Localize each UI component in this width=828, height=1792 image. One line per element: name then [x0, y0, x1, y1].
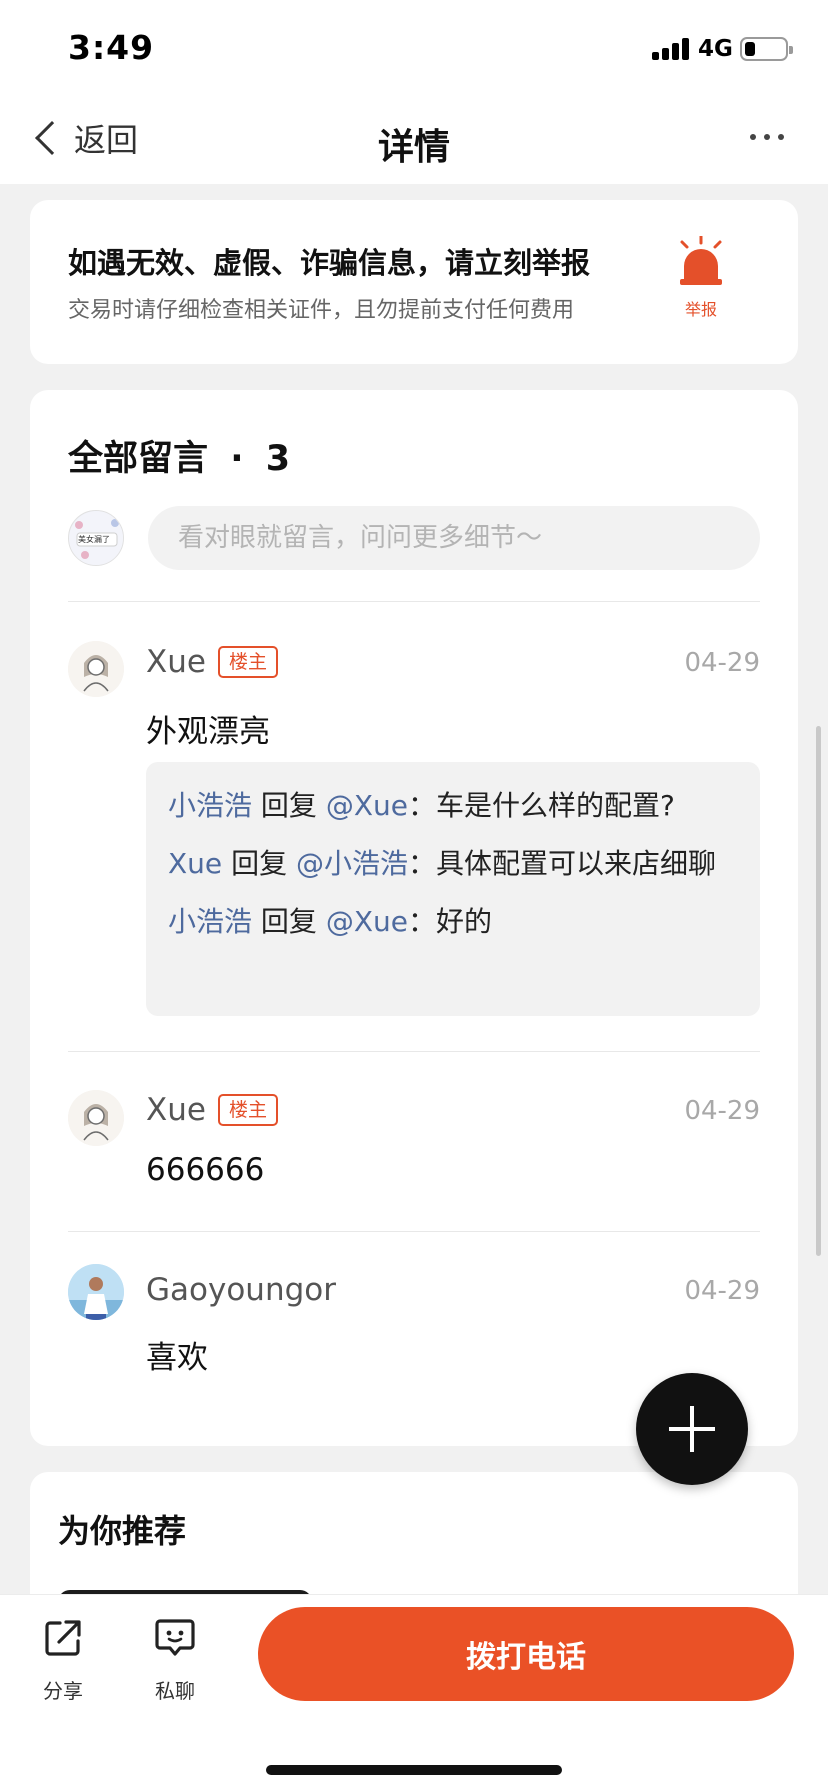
reply-author[interactable]: 小浩浩	[168, 789, 252, 822]
divider	[68, 1231, 760, 1232]
home-indicator	[266, 1765, 562, 1775]
reply-colon: ：	[408, 789, 437, 822]
reply-verb: 回复	[231, 847, 288, 880]
comment-date: 04-29	[684, 648, 760, 678]
comments-count: 3	[265, 439, 291, 479]
reply-colon: ：	[408, 905, 437, 938]
my-avatar: 美女漏了	[68, 510, 124, 566]
signal-icon	[652, 38, 692, 60]
owner-badge: 楼主	[218, 1094, 279, 1126]
chat-bubble-icon	[155, 1619, 195, 1656]
nav-bar: 返回 详情	[0, 92, 828, 184]
reply-line[interactable]: 小浩浩 回复 @Xue：车是什么样的配置?	[168, 782, 738, 830]
comment-date: 04-29	[684, 1096, 760, 1126]
safety-warning-card: 如遇无效、虚假、诈骗信息，请立刻举报 交易时请仔细检查相关证件，且勿提前支付任何…	[30, 200, 798, 364]
avatar	[68, 641, 124, 697]
reply-colon: ：	[408, 847, 437, 880]
reply-author[interactable]: Xue	[168, 847, 222, 880]
sketch-avatar-icon	[68, 1090, 124, 1146]
share-icon	[45, 1620, 81, 1656]
avatar	[68, 1090, 124, 1146]
owner-badge: 楼主	[218, 646, 279, 678]
call-button[interactable]: 拨打电话	[258, 1607, 794, 1701]
siren-icon	[680, 234, 722, 285]
comments-separator: ·	[230, 439, 244, 479]
reply-thread: 小浩浩 回复 @Xue：车是什么样的配置? Xue 回复 @小浩浩：具体配置可以…	[146, 762, 760, 1016]
scrollbar-thumb[interactable]	[816, 726, 821, 1256]
report-label: 举报	[684, 300, 717, 319]
photo-avatar-icon	[68, 1264, 124, 1320]
chat-label: 私聊	[155, 1679, 195, 1703]
my-avatar-text: 美女漏了	[78, 535, 110, 544]
divider	[68, 1051, 760, 1052]
comment-date: 04-29	[684, 1276, 760, 1306]
divider	[68, 601, 760, 602]
reply-verb: 回复	[260, 789, 317, 822]
comments-title-text: 全部留言	[68, 439, 209, 479]
page-title: 详情	[377, 127, 450, 168]
comment-text: 外观漂亮	[146, 714, 270, 750]
reply-author[interactable]: 小浩浩	[168, 905, 252, 938]
sketch-avatar-icon	[68, 641, 124, 697]
comments-title: 全部留言 · 3	[68, 430, 290, 481]
reply-text: 车是什么样的配置?	[436, 789, 675, 822]
status-time: 3:49	[68, 28, 155, 67]
reply-target[interactable]: @Xue	[326, 905, 408, 938]
bottom-action-bar: 分享 私聊 拨打电话	[0, 1594, 828, 1792]
report-button[interactable]: 举报	[670, 234, 732, 322]
warning-title: 如遇无效、虚假、诈骗信息，请立刻举报	[68, 246, 591, 280]
comment-text: 喜欢	[146, 1340, 208, 1376]
chat-button[interactable]: 私聊	[130, 1617, 220, 1704]
reply-verb: 回复	[260, 905, 317, 938]
reply-target[interactable]: @小浩浩	[296, 847, 408, 880]
comment-author[interactable]: Xue	[146, 644, 206, 680]
share-label: 分享	[43, 1679, 83, 1703]
reply-target[interactable]: @Xue	[326, 789, 408, 822]
network-label: 4G	[698, 36, 733, 62]
recommend-title: 为你推荐	[58, 1512, 187, 1550]
reply-line[interactable]: 小浩浩 回复 @Xue：好的	[168, 898, 738, 946]
comment-author[interactable]: Gaoyoungor	[146, 1272, 336, 1308]
avatar	[68, 1264, 124, 1320]
reply-line[interactable]: Xue 回复 @小浩浩：具体配置可以来店细聊	[168, 840, 738, 888]
more-dots-icon[interactable]	[750, 132, 784, 142]
battery-icon	[740, 37, 793, 61]
status-bar: 3:49 4G	[0, 0, 828, 92]
comments-card: 全部留言 · 3 美女漏了 Xue 楼主 04-29 外观漂亮 小浩浩 回复 @…	[30, 390, 798, 1446]
add-comment-button[interactable]	[636, 1373, 748, 1485]
comment-text: 666666	[146, 1152, 265, 1188]
reply-text: 好的	[436, 905, 493, 938]
reply-text: 具体配置可以来店细聊	[436, 847, 717, 880]
share-button[interactable]: 分享	[18, 1617, 108, 1704]
comment-author[interactable]: Xue	[146, 1092, 206, 1128]
comment-input[interactable]	[148, 506, 760, 570]
warning-subtitle: 交易时请仔细检查相关证件，且勿提前支付任何费用	[68, 298, 575, 323]
